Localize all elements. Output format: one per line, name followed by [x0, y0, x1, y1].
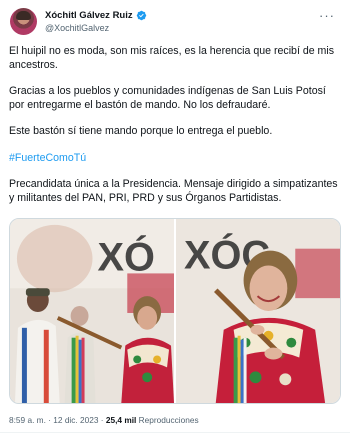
- tweet-meta: 8:59 a. m. · 12 dic. 2023 · 25,4 mil Rep…: [9, 415, 199, 425]
- avatar[interactable]: [10, 8, 37, 35]
- tweet-paragraph-3: Este bastón sí tiene mando porque lo ent…: [9, 125, 273, 137]
- media-grid: XÓ XÓC: [9, 218, 341, 404]
- more-horizontal-icon[interactable]: ···: [319, 9, 335, 22]
- tweet-paragraph-1: El huipil no es moda, son mis raíces, es…: [9, 45, 335, 71]
- tweet-header: Xóchitl Gálvez Ruiz @XochitlGalvez ···: [9, 8, 341, 42]
- tweet-text: El huipil no es moda, son mis raíces, es…: [9, 45, 341, 205]
- hashtag-link[interactable]: #FuerteComoTú: [9, 152, 341, 166]
- divider: [0, 432, 350, 433]
- photo-2-illustration: XÓC: [176, 219, 340, 403]
- tweet-paragraph-2: Gracias a los pueblos y comunidades indí…: [9, 85, 326, 111]
- backdrop-text: XÓ: [97, 236, 154, 280]
- photo-1-illustration: XÓ: [10, 219, 174, 403]
- tweet-paragraph-4: Precandidata única a la Presidencia. Men…: [9, 178, 338, 204]
- tweet-time[interactable]: 8:59 a. m.: [9, 415, 46, 425]
- tweet-date[interactable]: 12 dic. 2023: [53, 415, 98, 425]
- tweet-photo-2[interactable]: XÓC: [176, 219, 340, 403]
- verified-badge-icon: [136, 10, 146, 21]
- author-display-name[interactable]: Xóchitl Gálvez Ruiz: [45, 10, 133, 21]
- author-handle[interactable]: @XochitlGalvez: [45, 23, 147, 33]
- views-label: Reproducciones: [136, 415, 199, 425]
- tweet-photo-1[interactable]: XÓ: [10, 219, 174, 403]
- author-block[interactable]: Xóchitl Gálvez Ruiz @XochitlGalvez: [45, 10, 147, 33]
- meta-separator-2: ·: [98, 415, 106, 425]
- views-count: 25,4 mil: [105, 415, 137, 425]
